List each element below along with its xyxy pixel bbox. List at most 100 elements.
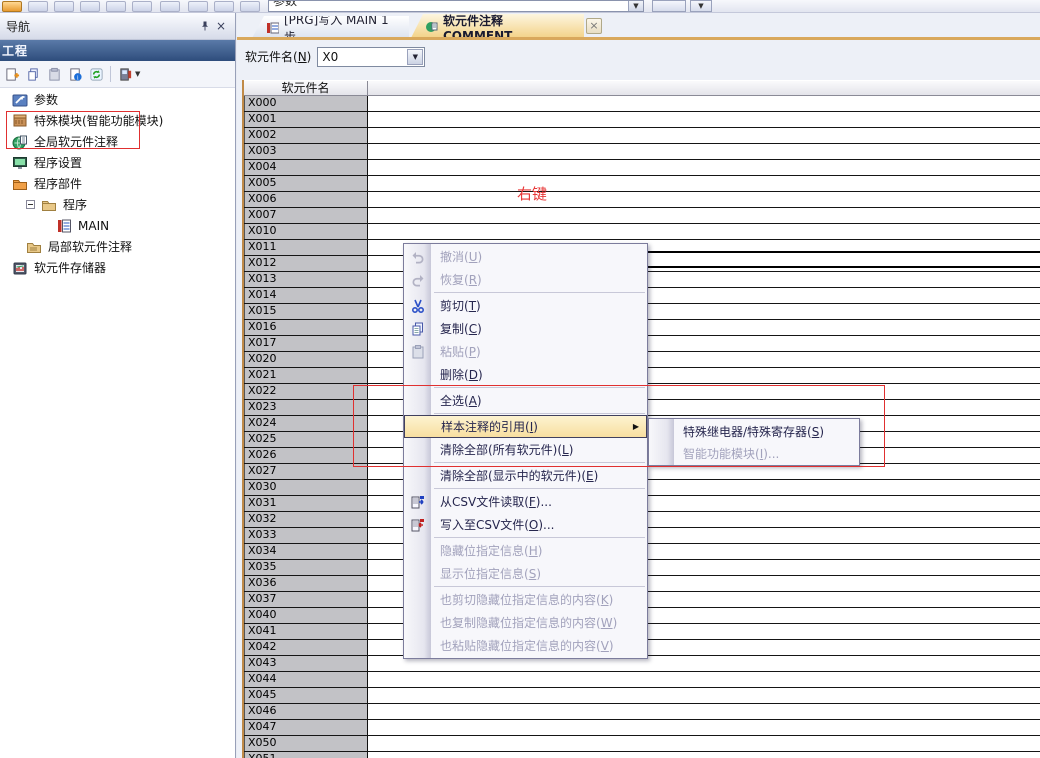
device-cell[interactable]: X005 xyxy=(244,176,368,191)
grid-row-X007[interactable]: X007 xyxy=(244,208,1040,224)
device-cell[interactable]: X045 xyxy=(244,688,368,703)
grid-row-X003[interactable]: X003 xyxy=(244,144,1040,160)
toolbar-combo[interactable]: 参数 ▼ xyxy=(268,0,644,12)
grid-row-X000[interactable]: X000 xyxy=(244,96,1040,112)
new-item-icon[interactable] xyxy=(3,65,21,83)
device-cell[interactable]: X020 xyxy=(244,352,368,367)
pin-icon[interactable] xyxy=(197,18,213,34)
grid-row-X005[interactable]: X005 xyxy=(244,176,1040,192)
chevron-down-icon[interactable]: ▼ xyxy=(628,1,643,12)
device-cell[interactable]: X007 xyxy=(244,208,368,223)
device-cell[interactable]: X026 xyxy=(244,448,368,463)
grid-row-X010[interactable]: X010 xyxy=(244,224,1040,240)
menu-item-write-to-csv[interactable]: 写入至CSV文件(O)... xyxy=(404,513,647,536)
device-cell[interactable]: X011 xyxy=(244,240,368,255)
device-cell[interactable]: X032 xyxy=(244,512,368,527)
menu-item-special-relay-register[interactable]: 特殊继电器/特殊寄存器(S) xyxy=(649,420,859,442)
toolbar-button[interactable] xyxy=(652,0,686,12)
tree-item-parameter[interactable]: 参数 xyxy=(0,89,235,110)
menu-item-clear-all-devices[interactable]: 清除全部(所有软元件)(L) xyxy=(404,438,647,461)
toolbar-icon[interactable] xyxy=(54,1,74,12)
menu-item-clear-displayed-devices[interactable]: 清除全部(显示中的软元件)(E) xyxy=(404,464,647,487)
grid-row-X004[interactable]: X004 xyxy=(244,160,1040,176)
close-icon[interactable]: × xyxy=(213,18,229,34)
toolbar-icon[interactable] xyxy=(240,1,260,12)
device-cell[interactable]: X021 xyxy=(244,368,368,383)
toolbar-icon[interactable] xyxy=(2,1,22,12)
toolbar-icon[interactable] xyxy=(106,1,126,12)
tree-item-main[interactable]: MAIN xyxy=(0,215,235,236)
device-cell[interactable]: X034 xyxy=(244,544,368,559)
grid-row-X050[interactable]: X050 xyxy=(244,736,1040,752)
device-cell[interactable]: X027 xyxy=(244,464,368,479)
device-cell[interactable]: X013 xyxy=(244,272,368,287)
grid-row-X002[interactable]: X002 xyxy=(244,128,1040,144)
module-icon[interactable] xyxy=(116,65,134,83)
device-cell[interactable]: X033 xyxy=(244,528,368,543)
toolbar-icon[interactable] xyxy=(188,1,208,12)
menu-item-copy[interactable]: 复制(C) xyxy=(404,317,647,340)
device-cell[interactable]: X050 xyxy=(244,736,368,751)
menu-item-read-from-csv[interactable]: 从CSV文件读取(F)... xyxy=(404,490,647,513)
tree-item-program[interactable]: 程序 xyxy=(0,194,235,215)
grid-row-X001[interactable]: X001 xyxy=(244,112,1040,128)
grid-row-X047[interactable]: X047 xyxy=(244,720,1040,736)
device-cell[interactable]: X015 xyxy=(244,304,368,319)
refresh-icon[interactable] xyxy=(87,65,105,83)
toolbar-icon[interactable] xyxy=(132,1,152,12)
device-cell[interactable]: X030 xyxy=(244,480,368,495)
grid-row-X044[interactable]: X044 xyxy=(244,672,1040,688)
device-cell[interactable]: X025 xyxy=(244,432,368,447)
menu-item-cut[interactable]: 剪切(T) xyxy=(404,294,647,317)
tab-close-button[interactable]: × xyxy=(586,18,602,34)
tree-item-program-setting[interactable]: 程序设置 xyxy=(0,152,235,173)
paste-icon[interactable] xyxy=(45,65,63,83)
device-cell[interactable]: X044 xyxy=(244,672,368,687)
grid-row-X045[interactable]: X045 xyxy=(244,688,1040,704)
copy-icon[interactable] xyxy=(24,65,42,83)
toolbar-dropdown-button[interactable]: ▼ xyxy=(690,0,712,12)
grid-row-X046[interactable]: X046 xyxy=(244,704,1040,720)
device-cell[interactable]: X023 xyxy=(244,400,368,415)
tree-item-device-memory[interactable]: 软元件存储器 xyxy=(0,257,235,278)
device-cell[interactable]: X051 xyxy=(244,752,368,758)
device-cell[interactable]: X031 xyxy=(244,496,368,511)
tree-item-local-device-comment[interactable]: 局部软元件注释 xyxy=(0,236,235,257)
menu-item-sample-comment-reference[interactable]: 样本注释的引用(I)▶ xyxy=(404,415,647,438)
menu-item-delete[interactable]: 删除(D) xyxy=(404,363,647,386)
device-cell[interactable]: X012 xyxy=(244,256,368,271)
device-cell[interactable]: X042 xyxy=(244,640,368,655)
device-cell[interactable]: X040 xyxy=(244,608,368,623)
grid-row-X006[interactable]: X006 xyxy=(244,192,1040,208)
device-cell[interactable]: X001 xyxy=(244,112,368,127)
device-cell[interactable]: X035 xyxy=(244,560,368,575)
device-cell[interactable]: X000 xyxy=(244,96,368,111)
toolbar-icon[interactable] xyxy=(214,1,234,12)
device-cell[interactable]: X004 xyxy=(244,160,368,175)
device-cell[interactable]: X010 xyxy=(244,224,368,239)
device-name-combo[interactable]: X0 ▼ xyxy=(317,47,425,67)
device-cell[interactable]: X022 xyxy=(244,384,368,399)
device-cell[interactable]: X003 xyxy=(244,144,368,159)
toolbar-icon[interactable] xyxy=(80,1,100,12)
tree-item-special-module[interactable]: 特殊模块(智能功能模块) xyxy=(0,110,235,131)
menu-item-select-all[interactable]: 全选(A) xyxy=(404,389,647,412)
chevron-down-icon[interactable]: ▼ xyxy=(407,49,423,65)
toolbar-icon[interactable] xyxy=(160,1,180,12)
device-cell[interactable]: X047 xyxy=(244,720,368,735)
device-cell[interactable]: X046 xyxy=(244,704,368,719)
device-cell[interactable]: X014 xyxy=(244,288,368,303)
device-cell[interactable]: X041 xyxy=(244,624,368,639)
toolbar-icon[interactable] xyxy=(28,1,48,12)
device-cell[interactable]: X006 xyxy=(244,192,368,207)
device-cell[interactable]: X037 xyxy=(244,592,368,607)
selected-comment-cell[interactable] xyxy=(605,251,1040,268)
device-cell[interactable]: X043 xyxy=(244,656,368,671)
device-cell[interactable]: X017 xyxy=(244,336,368,351)
info-icon[interactable]: i xyxy=(66,65,84,83)
chevron-down-icon[interactable]: ▼ xyxy=(135,70,140,78)
tree-item-global-device-comment[interactable]: 全局软元件注释 xyxy=(0,131,235,152)
grid-row-X051[interactable]: X051 xyxy=(244,752,1040,758)
tree-expander-icon[interactable] xyxy=(26,200,35,209)
device-cell[interactable]: X036 xyxy=(244,576,368,591)
